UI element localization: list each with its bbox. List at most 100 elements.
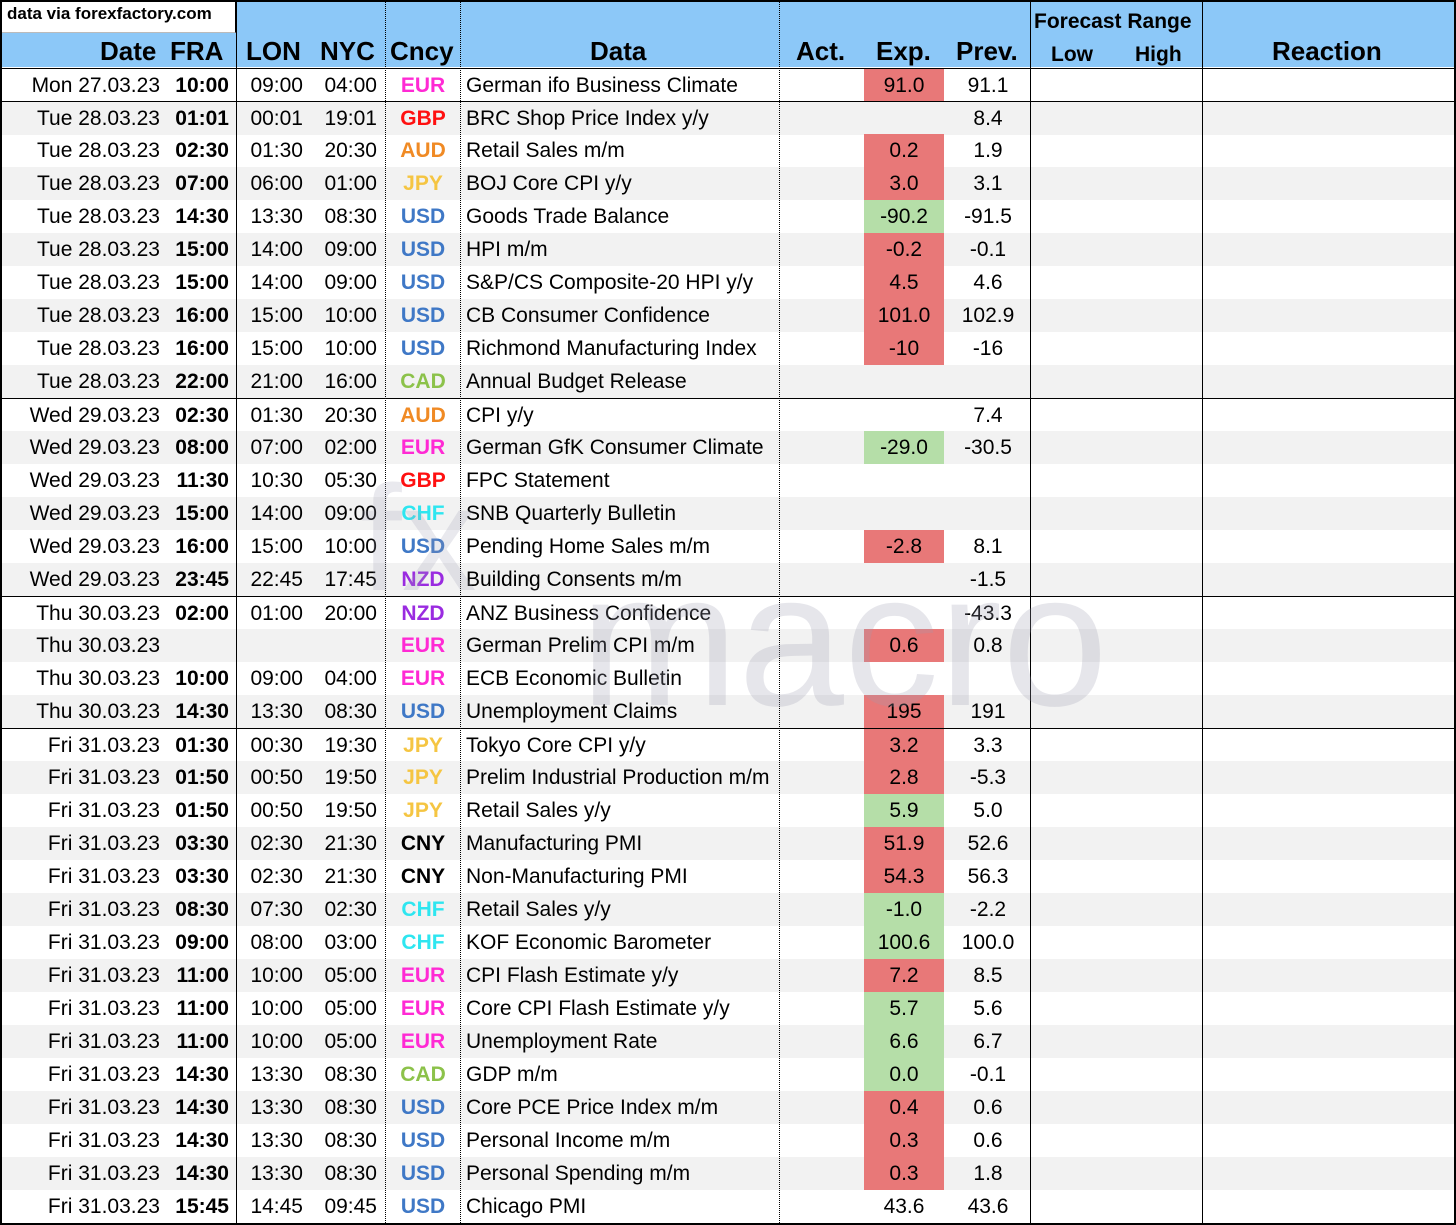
event-name-cell: Personal Spending m/m: [466, 1162, 691, 1185]
previous-cell: 5.0: [973, 799, 1003, 822]
event-name-cell: Tokyo Core CPI y/y: [466, 734, 646, 757]
expected-cell: 3.2: [864, 729, 944, 762]
nyc-time-cell: 09:00: [324, 238, 377, 261]
event-name-cell: German ifo Business Climate: [466, 74, 738, 97]
header-forecast-range: Forecast Range: [1034, 10, 1192, 33]
currency-cell: USD: [400, 1096, 446, 1119]
event-name-cell: Annual Budget Release: [466, 370, 687, 393]
nyc-time-cell: 05:30: [324, 469, 377, 492]
fra-time-cell: [165, 629, 229, 662]
currency-cell: USD: [400, 535, 446, 558]
actual-cell: [780, 102, 862, 135]
expected-cell: 0.4: [864, 1091, 944, 1124]
date-cell: Thu 30.03.23: [36, 667, 160, 690]
nyc-time-cell: 03:00: [324, 931, 377, 954]
table-row: Tue 28.03.23 14:30 13:30 08:30 USD Goods Trad…: [0, 200, 1456, 233]
date-cell: Fri 31.03.23: [47, 734, 160, 757]
fra-time-cell: 14:30: [175, 1162, 229, 1185]
currency-cell: GBP: [400, 107, 446, 130]
actual-cell: [780, 563, 862, 596]
header-date: Date: [100, 36, 157, 66]
actual-cell: [780, 497, 862, 530]
previous-cell: 7.4: [973, 404, 1003, 427]
nyc-time-cell: 10:00: [324, 304, 377, 327]
currency-cell: CAD: [400, 370, 446, 393]
actual-cell: [780, 761, 862, 794]
nyc-time-cell: 08:30: [324, 1162, 377, 1185]
fra-time-cell: 02:00: [175, 602, 229, 625]
event-name-cell: GDP m/m: [466, 1063, 558, 1086]
table-row: Fri 31.03.23 01:30 00:30 19:30 JPY Tokyo Core…: [0, 728, 1456, 762]
expected-cell: 2.8: [864, 761, 944, 794]
event-name-cell: Pending Home Sales m/m: [466, 535, 710, 558]
expected-cell: -0.2: [864, 233, 944, 266]
date-cell: Tue 28.03.23: [37, 271, 160, 294]
currency-cell: EUR: [400, 74, 446, 97]
nyc-time-cell: 19:50: [324, 766, 377, 789]
date-cell: Wed 29.03.23: [29, 404, 160, 427]
event-name-cell: Retail Sales y/y: [466, 799, 611, 822]
expected-cell: [864, 365, 944, 398]
date-cell: Tue 28.03.23: [37, 172, 160, 195]
currency-cell: GBP: [400, 469, 446, 492]
fra-time-cell: 08:30: [175, 898, 229, 921]
previous-cell: -43.3: [964, 602, 1012, 625]
expected-cell: 100.6: [864, 926, 944, 959]
expected-cell: 4.5: [864, 266, 944, 299]
previous-cell: 3.1: [973, 172, 1003, 195]
nyc-time-cell: 20:00: [324, 602, 377, 625]
actual-cell: [780, 69, 862, 102]
fra-time-cell: 14:30: [175, 700, 229, 723]
column-divider: [460, 0, 461, 1225]
header-currency: Cncy: [390, 36, 454, 66]
event-name-cell: CPI Flash Estimate y/y: [466, 964, 679, 987]
table-row: Fri 31.03.23 01:50 00:50 19:50 JPY Prelim Ind…: [0, 761, 1456, 794]
previous-cell: 91.1: [967, 74, 1009, 97]
fra-time-cell: 15:45: [175, 1195, 229, 1218]
previous-cell: 100.0: [961, 931, 1015, 954]
lon-time-cell: 06:00: [250, 172, 303, 195]
actual-cell: [780, 1190, 862, 1223]
previous-cell: [946, 497, 1030, 530]
currency-cell: CHF: [401, 898, 445, 921]
previous-cell: 52.6: [967, 832, 1009, 855]
actual-cell: [780, 167, 862, 200]
nyc-time-cell: 20:30: [324, 139, 377, 162]
date-cell: Tue 28.03.23: [37, 139, 160, 162]
actual-cell: [780, 729, 862, 762]
lon-time-cell: 13:30: [250, 1129, 303, 1152]
date-cell: Tue 28.03.23: [37, 107, 160, 130]
table-row: Wed 29.03.23 11:30 10:30 05:30 GBP FPC Statem…: [0, 464, 1456, 497]
table-row: Fri 31.03.23 14:30 13:30 08:30 USD Personal S…: [0, 1157, 1456, 1190]
column-divider: [236, 0, 237, 1225]
table-row: Fri 31.03.23 09:00 08:00 03:00 CHF KOF Econom…: [0, 926, 1456, 959]
lon-time-cell: 07:00: [250, 436, 303, 459]
lon-time-cell: 15:00: [250, 304, 303, 327]
expected-cell: 54.3: [864, 860, 944, 893]
previous-cell: 3.3: [973, 734, 1003, 757]
expected-cell: 0.0: [864, 1058, 944, 1091]
table-row: Fri 31.03.23 01:50 00:50 19:50 JPY Retail Sal…: [0, 794, 1456, 827]
date-cell: Fri 31.03.23: [47, 832, 160, 855]
expected-cell: 0.3: [864, 1157, 944, 1190]
header-reaction: Reaction: [1272, 36, 1382, 66]
lon-time-cell: 13:30: [250, 700, 303, 723]
event-name-cell: HPI m/m: [466, 238, 548, 261]
currency-cell: EUR: [400, 634, 446, 657]
currency-cell: USD: [400, 238, 446, 261]
expected-cell: [864, 464, 944, 497]
actual-cell: [780, 431, 862, 464]
lon-time-cell: 02:30: [250, 832, 303, 855]
nyc-time-cell: 04:00: [324, 667, 377, 690]
date-cell: Fri 31.03.23: [47, 997, 160, 1020]
previous-cell: 1.8: [973, 1162, 1003, 1185]
event-name-cell: Personal Income m/m: [466, 1129, 671, 1152]
event-name-cell: Unemployment Rate: [466, 1030, 658, 1053]
nyc-time-cell: 21:30: [324, 832, 377, 855]
actual-cell: [780, 1025, 862, 1058]
date-cell: Fri 31.03.23: [47, 1096, 160, 1119]
date-cell: Fri 31.03.23: [47, 766, 160, 789]
actual-cell: [780, 1058, 862, 1091]
previous-cell: 0.8: [973, 634, 1003, 657]
currency-cell: CNY: [400, 832, 446, 855]
